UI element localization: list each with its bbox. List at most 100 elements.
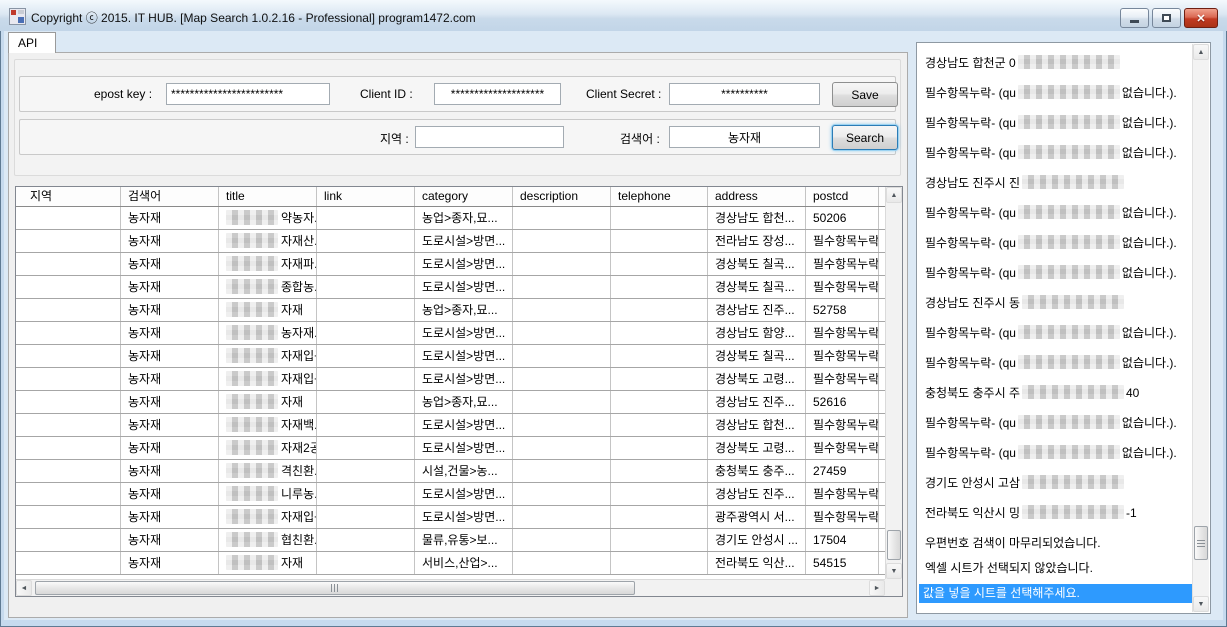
log-text: 필수항목누락- (qu: [925, 266, 1016, 280]
table-row[interactable]: 농자재자재입구도로시설>방면...경상북도 고령...필수항목누락: [16, 368, 885, 391]
log-scroll-up-button[interactable]: ▲: [1193, 44, 1209, 60]
results-grid: 지역검색어titlelinkcategorydescriptiontelepho…: [15, 186, 903, 597]
log-item[interactable]: 엑셀 시트가 선택되지 않았습니다.: [925, 559, 1186, 578]
client-secret-field[interactable]: [669, 83, 820, 105]
cell-category: 도로시설>방면...: [415, 230, 513, 252]
table-row[interactable]: 농자재자재농업>종자,묘...경상남도 진주...52758: [16, 299, 885, 322]
column-header-4[interactable]: category: [415, 187, 513, 206]
cell-link: [317, 506, 415, 528]
table-row[interactable]: 농자재자재서비스,산업>...전라북도 익산...54515: [16, 552, 885, 575]
grid-vertical-scrollbar[interactable]: ▲ ▼: [885, 187, 902, 579]
log-item[interactable]: 경상남도 진주시 동: [925, 294, 1186, 313]
close-button[interactable]: ✕: [1184, 8, 1218, 28]
censored-text: [1022, 385, 1124, 399]
table-row[interactable]: 농자재자재농업>종자,묘...경상남도 진주...52616: [16, 391, 885, 414]
client-id-label: Client ID :: [360, 87, 413, 101]
log-scrollbar[interactable]: ▲ ▼: [1192, 44, 1209, 612]
table-row[interactable]: 농자재격친환...시설,건물>농...충청북도 충주...27459: [16, 460, 885, 483]
arrow-up-icon: ▲: [1198, 49, 1205, 56]
keyword-label: 검색어 :: [620, 130, 660, 147]
log-item[interactable]: 필수항목누락- (qu없습니다.).: [925, 354, 1186, 373]
log-item[interactable]: 충청북도 충주시 주40: [925, 384, 1186, 403]
censored-text: [1018, 115, 1120, 129]
cell-description: [513, 368, 611, 390]
log-listbox[interactable]: 경상남도 합천군 0필수항목누락- (qu없습니다.).필수항목누락- (qu없…: [916, 42, 1211, 614]
save-button[interactable]: Save: [832, 82, 898, 107]
table-row[interactable]: 농자재자재백...도로시설>방면...경상남도 합천...필수항목누락: [16, 414, 885, 437]
horizontal-scroll-thumb[interactable]: [35, 581, 635, 595]
log-item[interactable]: 우편번호 검색이 마무리되었습니다.: [925, 534, 1186, 553]
log-text: 필수항목누락- (qu: [925, 86, 1016, 100]
table-row[interactable]: 농자재자재2공...도로시설>방면...경상북도 고령...필수항목누락: [16, 437, 885, 460]
cell-postcd: 필수항목누락: [806, 414, 879, 436]
cell-text: 경기도 안성시 ...: [715, 533, 798, 547]
column-header-8[interactable]: postcd: [806, 187, 879, 206]
table-row[interactable]: 농자재자재산...도로시설>방면...전라남도 장성...필수항목누락: [16, 230, 885, 253]
log-item[interactable]: 값을 넣을 시트를 선택해주세요.: [919, 584, 1208, 603]
log-item[interactable]: 필수항목누락- (qu없습니다.).: [925, 414, 1186, 433]
log-item[interactable]: 필수항목누락- (qu없습니다.).: [925, 234, 1186, 253]
column-header-0[interactable]: 지역: [23, 187, 121, 206]
scroll-up-button[interactable]: ▲: [886, 187, 902, 203]
region-field[interactable]: [415, 126, 564, 148]
cell-address: 경상북도 칠곡...: [708, 253, 806, 275]
cell-region: [23, 460, 121, 482]
table-row[interactable]: 농자재니루농...도로시설>방면...경상남도 진주...필수항목누락: [16, 483, 885, 506]
title-bar[interactable]: Copyright ⓒ 2015. IT HUB. [Map Search 1.…: [0, 0, 1227, 31]
log-scroll-thumb[interactable]: [1194, 526, 1208, 560]
log-item[interactable]: 필수항목누락- (qu없습니다.).: [925, 444, 1186, 463]
table-row[interactable]: 농자재자재입구도로시설>방면...경상북도 칠곡...필수항목누락: [16, 345, 885, 368]
column-header-7[interactable]: address: [708, 187, 806, 206]
log-item[interactable]: 경상남도 진주시 진: [925, 174, 1186, 193]
log-item[interactable]: 경기도 안성시 고삼: [925, 474, 1186, 493]
log-item[interactable]: 경상남도 합천군 0: [925, 54, 1186, 73]
cell-text: 농자재: [128, 533, 161, 547]
column-header-5[interactable]: description: [513, 187, 611, 206]
log-item[interactable]: 필수항목누락- (qu없습니다.).: [925, 324, 1186, 343]
log-item[interactable]: 필수항목누락- (qu 없습니다.).: [925, 84, 1186, 103]
maximize-button[interactable]: [1152, 8, 1181, 28]
cell-description: [513, 414, 611, 436]
client-id-field[interactable]: [434, 83, 561, 105]
vertical-scroll-thumb[interactable]: [887, 530, 901, 560]
log-text: 없습니다.).: [1122, 86, 1177, 100]
scroll-right-button[interactable]: ►: [869, 580, 885, 596]
column-header-3[interactable]: link: [317, 187, 415, 206]
epost-key-field[interactable]: [166, 83, 330, 105]
cell-telephone: [611, 460, 708, 482]
log-item[interactable]: 필수항목누락- (qu없습니다.).: [925, 114, 1186, 133]
cell-text: 농자재: [128, 234, 161, 248]
cell-postcd: 필수항목누락: [806, 230, 879, 252]
cell-text: 농업>종자,묘...: [422, 395, 498, 409]
table-row[interactable]: 농자재자재입구도로시설>방면...광주광역시 서...필수항목누락: [16, 506, 885, 529]
scroll-down-button[interactable]: ▼: [886, 563, 902, 579]
censored-text: [1018, 355, 1120, 369]
cell-region: [23, 299, 121, 321]
log-item[interactable]: 필수항목누락- (qu없습니다.).: [925, 204, 1186, 223]
tab-api[interactable]: API: [8, 32, 56, 53]
cell-postcd: 52616: [806, 391, 879, 413]
censored-text: [226, 233, 278, 248]
minimize-button[interactable]: [1120, 8, 1149, 28]
search-button[interactable]: Search: [832, 125, 898, 150]
table-row[interactable]: 농자재자재파...도로시설>방면...경상북도 칠곡...필수항목누락: [16, 253, 885, 276]
grid-horizontal-scrollbar[interactable]: ◄ ►: [16, 579, 885, 596]
table-row[interactable]: 농자재약농자...농업>종자,묘...경상남도 합천...50206: [16, 207, 885, 230]
cell-title_suffix: 자재산...: [219, 230, 317, 252]
column-header-6[interactable]: telephone: [611, 187, 708, 206]
log-item[interactable]: 필수항목누락- (qu없습니다.).: [925, 144, 1186, 163]
cell-text: 농자재: [128, 372, 161, 386]
keyword-field[interactable]: [669, 126, 820, 148]
log-item[interactable]: 필수항목누락- (qu없습니다.).: [925, 264, 1186, 283]
log-scroll-down-button[interactable]: ▼: [1193, 596, 1209, 612]
column-header-1[interactable]: 검색어: [121, 187, 219, 206]
column-header-2[interactable]: title: [219, 187, 317, 206]
arrow-right-icon: ►: [874, 585, 881, 592]
scroll-left-button[interactable]: ◄: [16, 580, 32, 596]
log-item[interactable]: 전라북도 익산시 밍-1: [925, 504, 1186, 523]
table-row[interactable]: 농자재종합농...도로시설>방면...경상북도 칠곡...필수항목누락: [16, 276, 885, 299]
censored-text: [226, 302, 278, 317]
cell-address: 경상남도 합천...: [708, 207, 806, 229]
table-row[interactable]: 농자재협친환...물류,유통>보...경기도 안성시 ...17504: [16, 529, 885, 552]
table-row[interactable]: 농자재농자재...도로시설>방면...경상남도 함양...필수항목누락: [16, 322, 885, 345]
